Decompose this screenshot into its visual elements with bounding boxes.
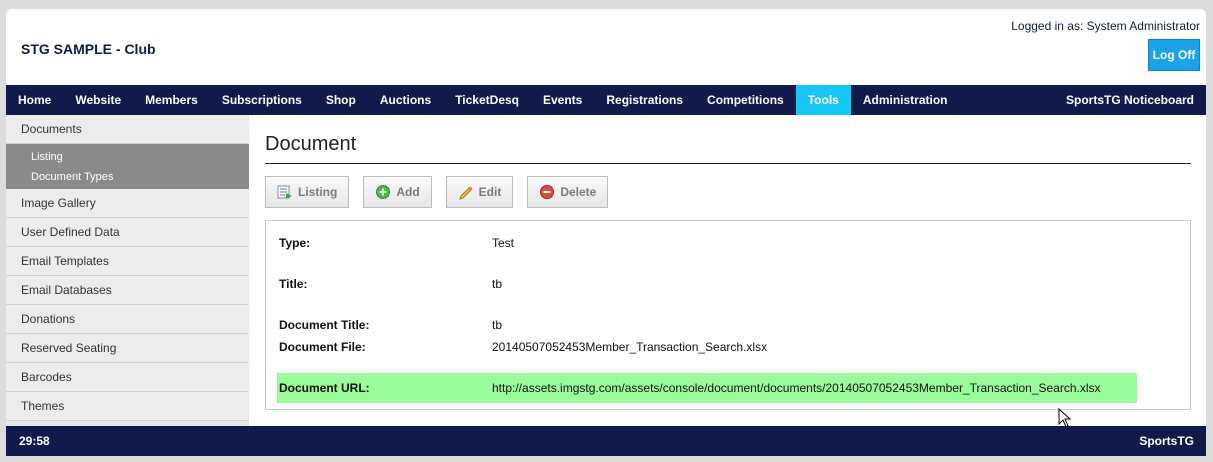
nav-item-competitions[interactable]: Competitions — [695, 85, 796, 115]
session-timer: 29:58 — [19, 434, 50, 448]
nav-item-home[interactable]: Home — [6, 85, 63, 115]
add-button[interactable]: Add — [363, 176, 432, 208]
field-value: tb — [492, 277, 503, 291]
field-label: Type: — [279, 236, 311, 250]
page-title: Document — [265, 133, 1191, 164]
nav-item-administration[interactable]: Administration — [851, 85, 960, 115]
header: STG SAMPLE - Club Logged in as: System A… — [6, 9, 1206, 85]
list-icon — [277, 184, 293, 200]
field-label: Title: — [279, 277, 308, 291]
sidebar-item-reserved-seating[interactable]: Reserved Seating — [6, 334, 249, 363]
field-value: tb — [492, 318, 503, 332]
field-label: Document URL: — [279, 381, 370, 395]
field-row-title: Title: tb — [277, 269, 1137, 299]
add-icon — [375, 184, 391, 200]
document-url-link[interactable]: http://assets.imgstg.com/assets/console/… — [492, 381, 1101, 395]
log-off-button[interactable]: Log Off — [1148, 39, 1200, 71]
sidebar-item-image-gallery[interactable]: Image Gallery — [6, 189, 249, 218]
sidebar-item-barcodes[interactable]: Barcodes — [6, 363, 249, 392]
field-label: Document File: — [279, 340, 366, 354]
sidebar: Documents Listing Document Types Image G… — [6, 115, 249, 426]
mouse-cursor-icon — [1058, 407, 1072, 431]
nav-item-events[interactable]: Events — [531, 85, 594, 115]
sidebar-item-donations[interactable]: Donations — [6, 305, 249, 334]
nav-item-tools[interactable]: Tools — [795, 85, 851, 115]
add-label: Add — [396, 185, 420, 199]
footer-brand: SportsTG — [1139, 434, 1194, 448]
document-details: Type: Test Title: tb Document Title: tb … — [265, 220, 1191, 410]
sidebar-subitem-listing[interactable]: Listing — [6, 147, 249, 167]
delete-button[interactable]: Delete — [527, 176, 609, 208]
sidebar-submenu: Listing Document Types — [6, 144, 249, 189]
delete-label: Delete — [560, 185, 597, 199]
nav-item-registrations[interactable]: Registrations — [594, 85, 695, 115]
pencil-icon — [458, 184, 474, 200]
nav-item-members[interactable]: Members — [133, 85, 210, 115]
sidebar-item-documents[interactable]: Documents — [6, 115, 249, 144]
field-value: Test — [492, 236, 515, 250]
main-nav: Home Website Members Subscriptions Shop … — [6, 85, 1206, 115]
nav-item-subscriptions[interactable]: Subscriptions — [210, 85, 314, 115]
edit-button[interactable]: Edit — [445, 176, 514, 208]
field-label: Document Title: — [279, 318, 370, 332]
field-row-type: Type: Test — [277, 228, 1137, 258]
sidebar-subitem-document-types[interactable]: Document Types — [6, 167, 249, 187]
listing-button[interactable]: Listing — [265, 176, 350, 208]
toolbar: Listing Add Edit Delete — [265, 176, 1191, 208]
nav-item-noticeboard[interactable]: SportsTG Noticeboard — [1054, 85, 1206, 115]
nav-item-auctions[interactable]: Auctions — [368, 85, 443, 115]
sidebar-item-themes[interactable]: Themes — [6, 392, 249, 421]
app-window: STG SAMPLE - Club Logged in as: System A… — [6, 9, 1206, 456]
logged-in-text: Logged in as: System Administrator — [1011, 19, 1200, 33]
field-row-document-file: Document File: 20140507052453Member_Tran… — [277, 332, 1137, 362]
sidebar-item-email-databases[interactable]: Email Databases — [6, 276, 249, 305]
field-row-document-url: Document URL: http://assets.imgstg.com/a… — [277, 373, 1137, 403]
field-value: 20140507052453Member_Transaction_Search.… — [492, 340, 768, 354]
delete-icon — [539, 184, 555, 200]
app-title: STG SAMPLE - Club — [21, 41, 156, 57]
main-content: Document Listing Add Edit Delete Type: T… — [265, 115, 1191, 410]
nav-item-shop[interactable]: Shop — [314, 85, 368, 115]
listing-label: Listing — [298, 185, 338, 199]
footer: 29:58 SportsTG — [6, 426, 1206, 456]
nav-item-ticketdesq[interactable]: TicketDesq — [443, 85, 531, 115]
sidebar-item-user-defined-data[interactable]: User Defined Data — [6, 218, 249, 247]
nav-item-website[interactable]: Website — [63, 85, 133, 115]
edit-label: Edit — [478, 185, 502, 199]
sidebar-item-email-templates[interactable]: Email Templates — [6, 247, 249, 276]
